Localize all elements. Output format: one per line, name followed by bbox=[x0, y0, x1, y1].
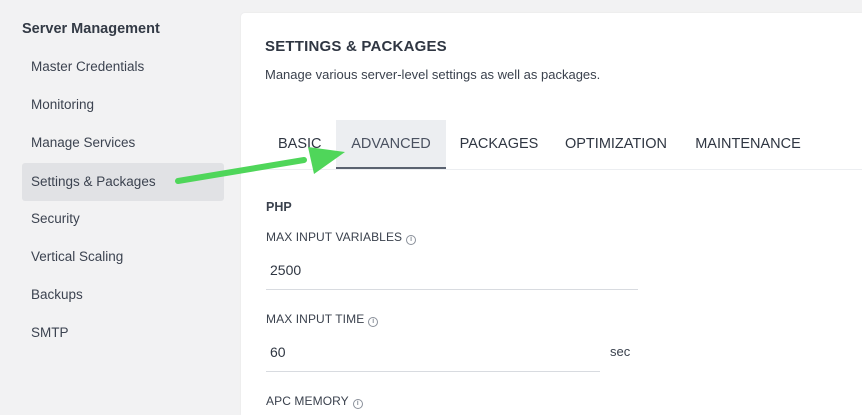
section-title-php: PHP bbox=[266, 200, 292, 214]
sidebar-item-monitoring[interactable]: Monitoring bbox=[22, 86, 224, 124]
tab-optimization[interactable]: OPTIMIZATION bbox=[553, 120, 679, 169]
tab-basic[interactable]: BASIC bbox=[265, 120, 335, 169]
sidebar-item-settings-packages[interactable]: Settings & Packages bbox=[22, 163, 224, 201]
field-label-apc-memory: APC MEMORY i bbox=[266, 394, 363, 409]
info-icon[interactable]: i bbox=[352, 399, 363, 409]
field-label-text: MAX INPUT VARIABLES bbox=[266, 230, 403, 244]
sidebar-item-manage-services[interactable]: Manage Services bbox=[22, 124, 224, 162]
settings-panel: SETTINGS & PACKAGES Manage various serve… bbox=[241, 13, 862, 415]
info-icon[interactable]: i bbox=[406, 235, 417, 245]
sidebar-item-security[interactable]: Security bbox=[22, 200, 224, 238]
input-underline bbox=[266, 371, 600, 372]
field-label-max-input-time: MAX INPUT TIME i bbox=[266, 312, 379, 327]
page-subtitle: Manage various server-level settings as … bbox=[265, 67, 601, 82]
sidebar: Server Management Master Credentials Mon… bbox=[0, 0, 240, 415]
tab-advanced[interactable]: ADVANCED bbox=[336, 120, 446, 169]
sidebar-item-backups[interactable]: Backups bbox=[22, 276, 224, 314]
sidebar-item-vertical-scaling[interactable]: Vertical Scaling bbox=[22, 238, 224, 276]
sidebar-item-master-credentials[interactable]: Master Credentials bbox=[22, 48, 224, 86]
tab-bar: BASIC ADVANCED PACKAGES OPTIMIZATION MAI… bbox=[241, 120, 862, 170]
unit-label-sec: sec bbox=[610, 344, 631, 359]
field-label-text: MAX INPUT TIME bbox=[266, 312, 365, 326]
tab-packages[interactable]: PACKAGES bbox=[449, 120, 549, 169]
field-label-max-input-variables: MAX INPUT VARIABLES i bbox=[266, 230, 417, 245]
sidebar-title: Server Management bbox=[22, 21, 160, 37]
tab-maintenance[interactable]: MAINTENANCE bbox=[685, 120, 811, 169]
field-label-text: APC MEMORY bbox=[266, 394, 349, 408]
page-title: SETTINGS & PACKAGES bbox=[265, 38, 447, 55]
max-input-variables-input[interactable]: 2500 bbox=[270, 262, 301, 278]
max-input-time-input[interactable]: 60 bbox=[270, 344, 286, 360]
sidebar-item-smtp[interactable]: SMTP bbox=[22, 314, 224, 352]
input-underline bbox=[266, 289, 638, 290]
info-icon[interactable]: i bbox=[368, 317, 379, 327]
